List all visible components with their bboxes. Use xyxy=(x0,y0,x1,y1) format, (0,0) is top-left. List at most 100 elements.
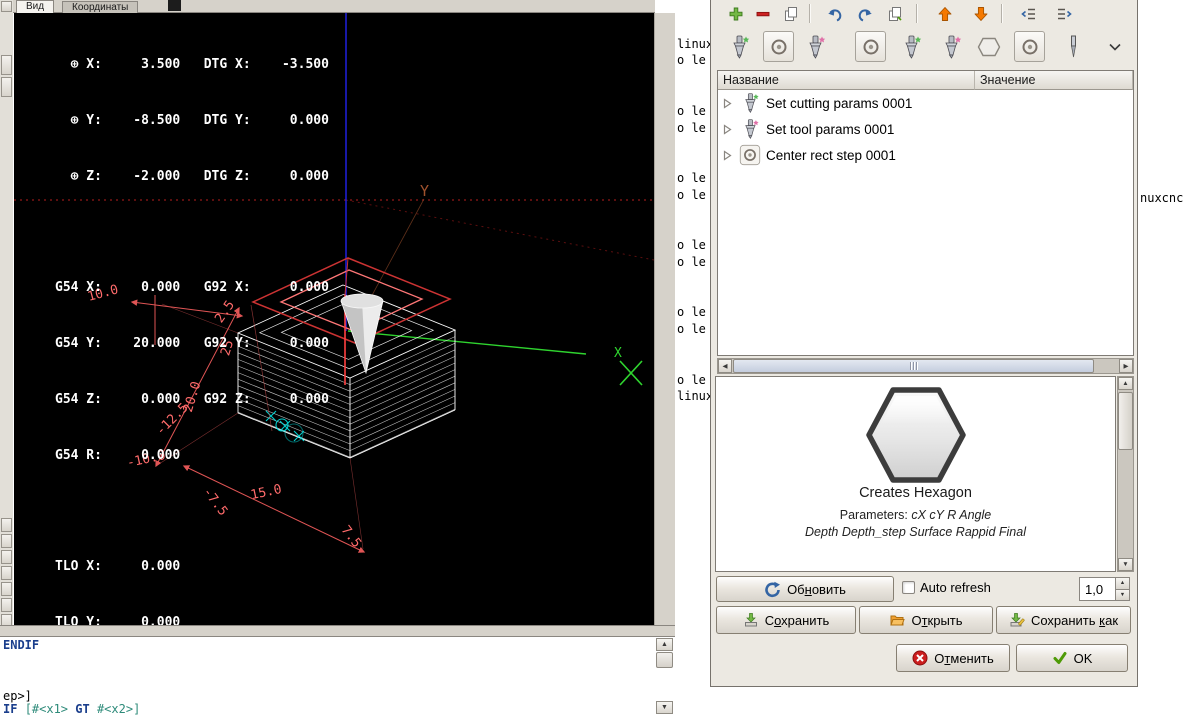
tree-row[interactable]: Set cutting params 0001 xyxy=(718,90,1133,116)
redo-button[interactable] xyxy=(853,2,877,26)
spinner-up-arrow[interactable]: ▲ xyxy=(1116,578,1129,590)
left-dock-strip xyxy=(0,0,13,637)
x-axis-line xyxy=(348,331,586,354)
mill-tool-icon xyxy=(938,34,964,60)
remove-button[interactable] xyxy=(751,2,775,26)
op-circle-button-1[interactable] xyxy=(763,31,794,62)
probe-op-icon xyxy=(1060,34,1086,60)
copy-button[interactable] xyxy=(779,2,803,26)
vscrollbar-thumb[interactable] xyxy=(1118,392,1133,450)
op-circle-button-2[interactable] xyxy=(855,31,886,62)
terminal-text-fragment: nuxcnc xyxy=(1140,191,1183,205)
expander-icon[interactable] xyxy=(721,149,734,162)
undo-button[interactable] xyxy=(823,2,847,26)
auto-refresh-label[interactable]: Auto refresh xyxy=(920,580,991,595)
toolbar-overflow-button[interactable] xyxy=(1104,31,1126,62)
tree-row[interactable]: Center rect step 0001 xyxy=(718,142,1133,168)
column-header-value[interactable]: Значение xyxy=(975,71,1133,90)
op-probe-button[interactable] xyxy=(1057,31,1088,62)
cancel-label: Отменить xyxy=(934,651,993,666)
column-header-name[interactable]: Название xyxy=(718,71,975,90)
op-tool-button-3[interactable] xyxy=(895,31,926,62)
dock-handle[interactable] xyxy=(1,598,12,612)
viewport-right-strip xyxy=(654,13,675,625)
chevron-down-icon xyxy=(1107,39,1123,55)
save-as-button[interactable]: Сохранить как xyxy=(996,606,1131,634)
pane-splitter[interactable] xyxy=(0,625,675,637)
op-circle-button-3[interactable] xyxy=(1014,31,1045,62)
op-tool-button-2[interactable] xyxy=(799,31,830,62)
remove-icon xyxy=(755,6,771,22)
move-down-button[interactable] xyxy=(969,2,993,26)
dock-handle[interactable] xyxy=(1,77,12,97)
op-tool-button-4[interactable] xyxy=(935,31,966,62)
scroll-down-arrow[interactable]: ▼ xyxy=(1118,558,1133,571)
y-axis-label: Y xyxy=(420,182,429,200)
tab-coordinates[interactable]: Координаты xyxy=(62,1,138,13)
editor-line: ENDIF xyxy=(3,639,39,652)
features-dialog: Название Значение Set cutting params 000… xyxy=(710,0,1138,687)
refresh-button[interactable]: Обновить xyxy=(716,576,894,602)
move-down-icon xyxy=(973,6,989,22)
move-up-button[interactable] xyxy=(933,2,957,26)
tree-hscrollbar[interactable]: ◀ ▶ xyxy=(717,358,1134,374)
mill-tool-cutting-icon xyxy=(739,92,761,114)
dock-handle[interactable] xyxy=(1,55,12,75)
scroll-left-arrow[interactable]: ◀ xyxy=(718,359,732,373)
tab-view[interactable]: Вид xyxy=(16,0,54,13)
tree-row[interactable]: Set tool params 0001 xyxy=(718,116,1133,142)
copy-icon xyxy=(783,6,799,22)
ok-check-icon xyxy=(1052,650,1068,666)
hexagon-op-icon xyxy=(976,34,1002,60)
dock-handle[interactable] xyxy=(1,518,12,532)
cancel-button[interactable]: Отменить xyxy=(896,644,1010,672)
op-tool-button-1[interactable] xyxy=(723,31,754,62)
indent-button[interactable] xyxy=(1052,2,1076,26)
outdent-button[interactable] xyxy=(1017,2,1041,26)
spinner-down-arrow[interactable]: ▼ xyxy=(1116,590,1129,601)
dock-handle[interactable] xyxy=(1,566,12,580)
dock-handle[interactable] xyxy=(1,550,12,564)
preview-vscrollbar[interactable]: ▲ ▼ xyxy=(1117,376,1134,572)
hexagon-preview-image xyxy=(856,383,976,487)
save-label: Сохранить xyxy=(765,613,830,628)
expander-icon[interactable] xyxy=(721,97,734,110)
tree-row-label: Center rect step 0001 xyxy=(766,148,896,163)
editor-scroll-up[interactable]: ▲ xyxy=(656,638,673,651)
tabbar-artifact xyxy=(168,0,181,11)
spinner-value[interactable]: 1,0 xyxy=(1080,578,1115,600)
dock-handle[interactable] xyxy=(1,534,12,548)
save-as-label: Сохранить как xyxy=(1031,613,1118,628)
duplicate-icon xyxy=(887,6,903,22)
preview-params-2: Depth Depth_step Surface Rappid Final xyxy=(716,525,1115,539)
toolbar-separator xyxy=(916,4,918,23)
op-hexagon-button[interactable] xyxy=(973,31,1004,62)
add-button[interactable] xyxy=(724,2,748,26)
gcode-editor[interactable]: ENDIF ep>] IF [#<x1> GT #<x2>] ▲ ▼ xyxy=(0,637,675,716)
editor-scrollbar-thumb[interactable] xyxy=(656,652,673,668)
refresh-interval-spinner[interactable]: 1,0 ▲ ▼ xyxy=(1079,577,1130,601)
dock-handle[interactable] xyxy=(1,1,12,12)
undo-icon xyxy=(827,6,843,22)
toolbar-separator xyxy=(1001,4,1003,23)
ok-button[interactable]: OK xyxy=(1016,644,1128,672)
scroll-up-arrow[interactable]: ▲ xyxy=(1118,377,1133,390)
save-as-icon xyxy=(1009,612,1025,628)
screen: Вид Координаты X Y xyxy=(0,0,1184,716)
expander-icon[interactable] xyxy=(721,123,734,136)
circle-op-icon xyxy=(766,34,792,60)
feature-preview-panel: Creates Hexagon Parameters: cX cY R Angl… xyxy=(715,376,1116,572)
auto-refresh-checkbox[interactable] xyxy=(902,581,915,594)
editor-scroll-down[interactable]: ▼ xyxy=(656,701,673,714)
hscrollbar-thumb[interactable] xyxy=(733,359,1094,373)
circle-op-icon xyxy=(858,34,884,60)
circle-op-icon xyxy=(739,144,761,166)
save-button[interactable]: Сохранить xyxy=(716,606,856,634)
duplicate-button[interactable] xyxy=(883,2,907,26)
backplot-viewport[interactable]: X Y xyxy=(14,13,654,625)
scroll-right-arrow[interactable]: ▶ xyxy=(1119,359,1133,373)
tree-row-label: Set tool params 0001 xyxy=(766,122,894,137)
open-button[interactable]: Открыть xyxy=(859,606,993,634)
outdent-icon xyxy=(1021,6,1037,22)
dock-handle[interactable] xyxy=(1,582,12,596)
